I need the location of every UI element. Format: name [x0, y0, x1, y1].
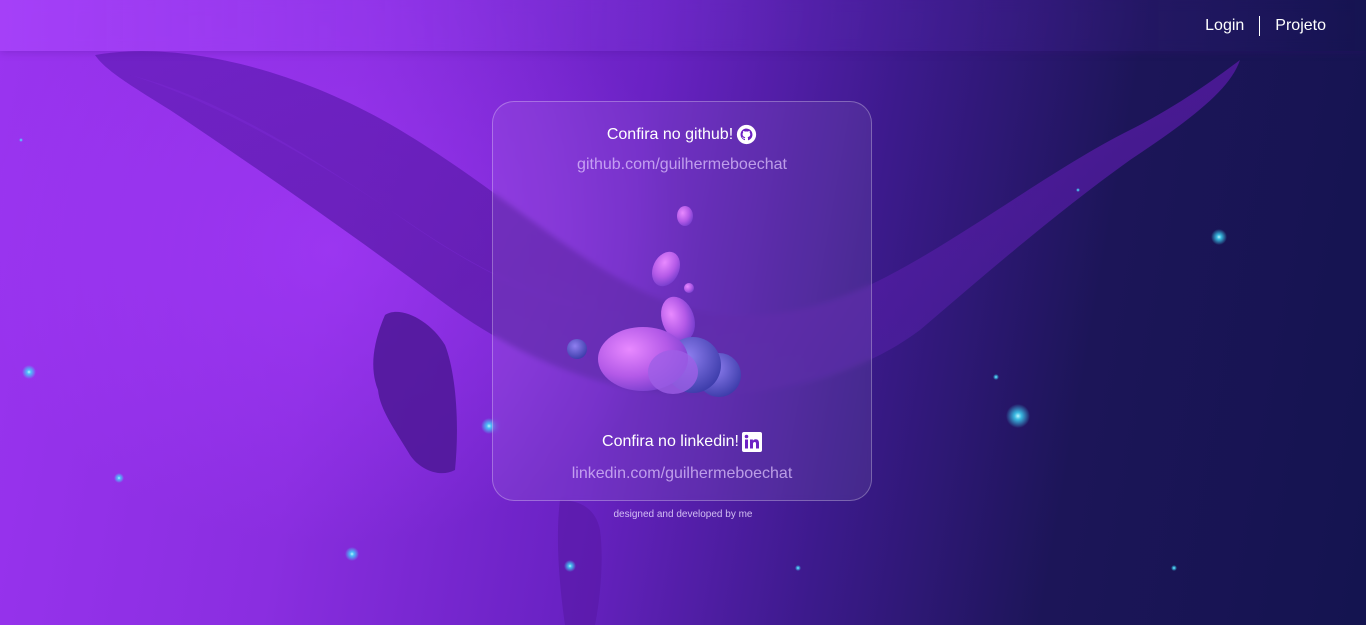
project-link[interactable]: Projeto: [1275, 17, 1326, 35]
linkedin-heading: Confira no linkedin!: [493, 432, 871, 452]
footer-credit: designed and developed by me: [613, 509, 753, 520]
top-navbar: Login Projeto: [0, 0, 1366, 51]
linkedin-profile-link[interactable]: linkedin.com/guilhermeboechat: [493, 465, 871, 483]
linkedin-heading-text: Confira no linkedin!: [602, 433, 739, 450]
contact-card: Confira no github! github.com/guilhermeb…: [492, 101, 872, 501]
bubbles-illustration: [567, 206, 741, 397]
linkedin-icon: [741, 432, 762, 452]
github-heading-text: Confira no github!: [606, 125, 734, 143]
github-heading: Confira no github!: [493, 124, 871, 145]
nav-links: Login Projeto: [1205, 0, 1326, 51]
github-icon: [736, 124, 757, 145]
login-link[interactable]: Login: [1205, 17, 1244, 35]
nav-divider: [1259, 15, 1261, 36]
github-profile-link[interactable]: github.com/guilhermeboechat: [493, 156, 871, 174]
